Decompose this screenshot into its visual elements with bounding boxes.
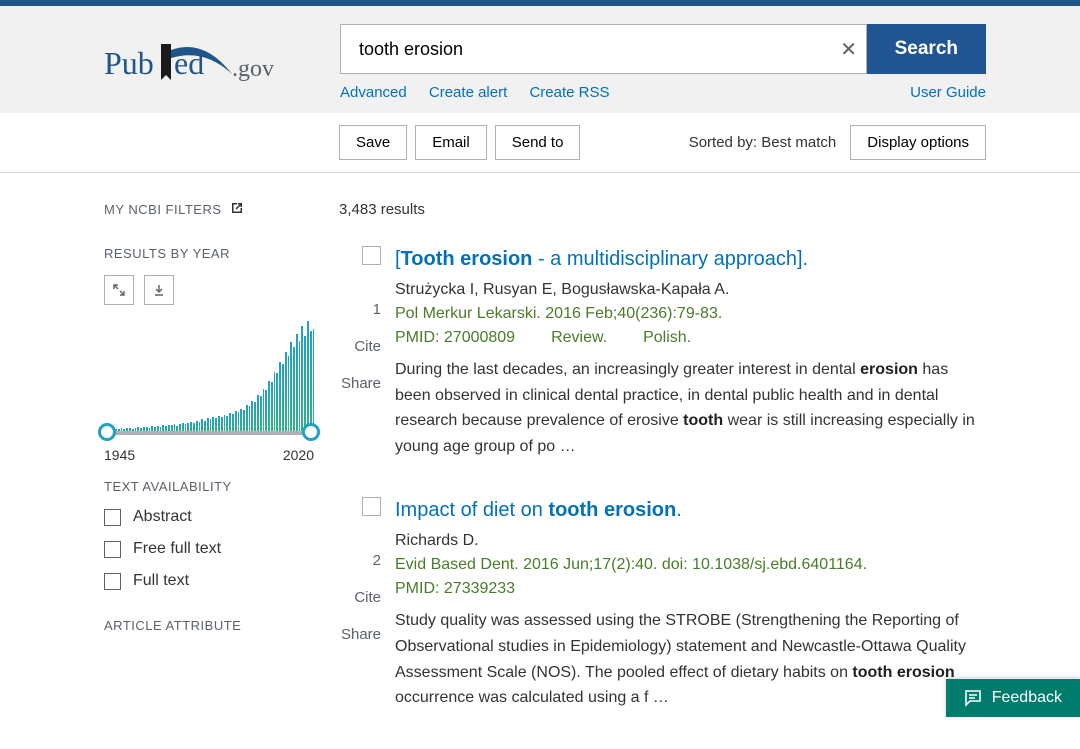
checkbox-icon	[104, 573, 121, 590]
header: Pub ed .gov ✕ Search Advanced Create ale…	[0, 6, 1080, 113]
result-snippet: During the last decades, an increasingly…	[395, 357, 986, 459]
result-checkbox[interactable]	[362, 246, 381, 265]
year-end-label: 2020	[283, 447, 314, 463]
article-attribute-heading: ARTICLE ATTRIBUTE	[104, 618, 314, 633]
svg-text:Pub: Pub	[104, 45, 154, 81]
result-citation: Pol Merkur Lekarski. 2016 Feb;40(236):79…	[395, 305, 986, 323]
save-button[interactable]: Save	[339, 125, 407, 160]
cite-link[interactable]: Cite	[339, 589, 381, 606]
my-ncbi-filters-heading: MY NCBI FILTERS	[104, 202, 222, 217]
filter-abstract[interactable]: Abstract	[104, 508, 314, 526]
result-item: 2 Cite Share Impact of diet on tooth erosio…	[339, 497, 986, 710]
email-button[interactable]: Email	[415, 125, 487, 160]
share-link[interactable]: Share	[339, 626, 381, 643]
result-title[interactable]: Impact of diet on tooth erosion.	[395, 497, 986, 524]
result-citation: Evid Based Dent. 2016 Jun;17(2):40. doi:…	[395, 556, 986, 574]
sorted-by-label[interactable]: Sorted by: Best match	[689, 134, 837, 151]
svg-text:.gov: .gov	[232, 56, 274, 82]
filters-sidebar: MY NCBI FILTERS RESULTS BY YEAR	[104, 201, 314, 749]
result-pmid: PMID: 27000809Review.Polish.	[395, 329, 986, 347]
result-index: 2	[339, 552, 381, 569]
checkbox-icon	[104, 541, 121, 558]
display-options-button[interactable]: Display options	[850, 125, 986, 160]
filter-label: Free full text	[133, 540, 221, 558]
result-checkbox[interactable]	[362, 497, 381, 516]
year-start-label: 1945	[104, 447, 135, 463]
search-button[interactable]: Search	[867, 24, 986, 74]
result-pmid: PMID: 27339233	[395, 580, 986, 598]
filter-label: Full text	[133, 572, 189, 590]
year-range-slider[interactable]	[104, 431, 314, 435]
search-input[interactable]	[341, 39, 832, 60]
year-histogram[interactable]: 1945 2020	[104, 321, 314, 451]
share-link[interactable]: Share	[339, 375, 381, 392]
results-toolbar: Save Email Send to Sorted by: Best match…	[0, 113, 1080, 173]
download-chart-button[interactable]	[144, 275, 174, 305]
create-rss-link[interactable]: Create RSS	[529, 84, 609, 101]
search-box: ✕	[340, 24, 867, 74]
result-index: 1	[339, 301, 381, 318]
advanced-link[interactable]: Advanced	[340, 84, 407, 101]
result-authors: Richards D.	[395, 532, 986, 550]
expand-chart-button[interactable]	[104, 275, 134, 305]
pubmed-logo[interactable]: Pub ed .gov	[104, 40, 304, 93]
clear-search-icon[interactable]: ✕	[832, 37, 866, 62]
results-area: 3,483 results 1 Cite Share [Tooth erosion -…	[339, 201, 986, 749]
checkbox-icon	[104, 509, 121, 526]
filter-free-full-text[interactable]: Free full text	[104, 540, 314, 558]
filter-full-text[interactable]: Full text	[104, 572, 314, 590]
slider-handle-start[interactable]	[98, 423, 116, 441]
result-item: 1 Cite Share [Tooth erosion - a multidiscip…	[339, 246, 986, 459]
result-title[interactable]: [Tooth erosion - a multidisciplinary app…	[395, 246, 986, 273]
svg-text:ed: ed	[174, 45, 204, 81]
slider-handle-end[interactable]	[302, 423, 320, 441]
create-alert-link[interactable]: Create alert	[429, 84, 507, 101]
send-to-button[interactable]: Send to	[495, 125, 581, 160]
feedback-icon	[964, 689, 982, 707]
text-availability-heading: TEXT AVAILABILITY	[104, 479, 314, 494]
user-guide-link[interactable]: User Guide	[910, 84, 986, 101]
result-authors: Strużycka I, Rusyan E, Bogusławska-Kapał…	[395, 281, 986, 299]
results-by-year-heading: RESULTS BY YEAR	[104, 246, 314, 261]
results-count: 3,483 results	[339, 201, 986, 218]
cite-link[interactable]: Cite	[339, 338, 381, 355]
result-snippet: Study quality was assessed using the STR…	[395, 608, 986, 710]
filter-label: Abstract	[133, 508, 192, 526]
external-link-icon[interactable]	[230, 201, 244, 218]
feedback-button[interactable]: Feedback	[946, 679, 1080, 717]
